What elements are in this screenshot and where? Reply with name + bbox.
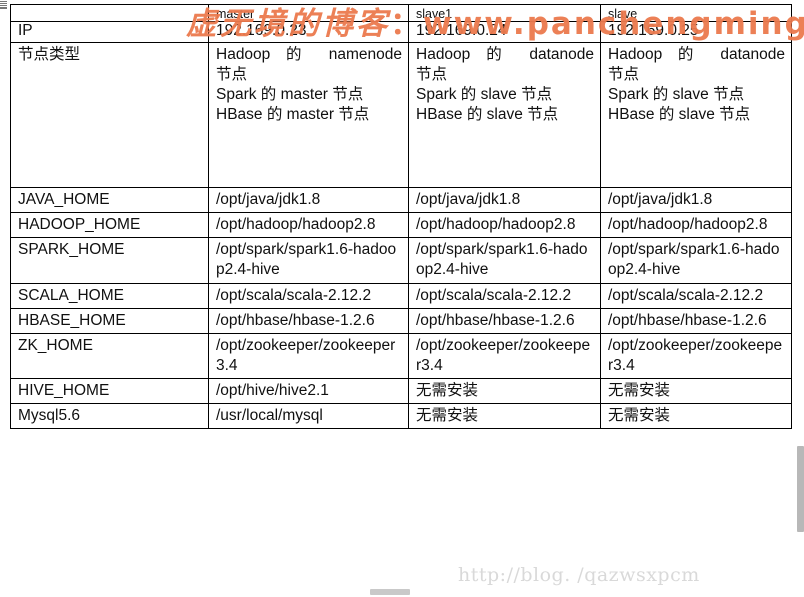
header-cell-master: master bbox=[208, 4, 409, 22]
watermark-bottom: http://blog. /qazwsxpcm bbox=[458, 564, 700, 586]
zk-home-slave: /opt/zookeeper/zookeeper3.4 bbox=[600, 332, 792, 380]
row-label-spark-home: SPARK_HOME bbox=[10, 237, 209, 284]
hbase-home-master: /opt/hbase/hbase-1.2.6 bbox=[208, 307, 409, 334]
spark-home-slave1: /opt/spark/spark1.6-hadoop2.4-hive bbox=[408, 237, 601, 284]
hive-home-slave1: 无需安装 bbox=[408, 378, 601, 405]
mysql-slave1: 无需安装 bbox=[408, 403, 601, 430]
hive-home-master: /opt/hive/hive2.1 bbox=[208, 378, 409, 405]
node-type-slave-line-2: 节点 bbox=[608, 66, 640, 84]
vertical-scrollbar-thumb[interactable] bbox=[797, 446, 804, 532]
table-row-hbase-home: HBASE_HOME /opt/hbase/hbase-1.2.6 /opt/h… bbox=[10, 307, 792, 334]
spark-home-master: /opt/spark/spark1.6-hadoop2.4-hive bbox=[208, 237, 409, 284]
node-type-slave1: Hadoop 的 datanode 节点 Spark 的 slave 节点 HB… bbox=[408, 42, 601, 188]
table-row-ip: IP 192.169.0.23 192.169.0.24 192.169.0.2… bbox=[10, 21, 792, 43]
header-cell-slave: slave bbox=[600, 4, 792, 22]
mysql-master: /usr/local/mysql bbox=[208, 403, 409, 430]
table-row-hadoop-home: HADOOP_HOME /opt/hadoop/hadoop2.8 /opt/h… bbox=[10, 212, 792, 239]
cluster-config-table: master slave1 slave IP 192.169.0.23 192.… bbox=[10, 4, 792, 430]
hbase-home-slave: /opt/hbase/hbase-1.2.6 bbox=[600, 307, 792, 334]
ip-slave: 192.169.0.25 bbox=[600, 21, 792, 43]
table-row-mysql: Mysql5.6 /usr/local/mysql 无需安装 无需安装 bbox=[10, 403, 792, 430]
zk-home-slave1: /opt/zookeeper/zookeeper3.4 bbox=[408, 332, 601, 380]
node-type-slave-line-4: HBase 的 slave 节点 bbox=[608, 106, 751, 124]
ip-master: 192.169.0.23 bbox=[208, 21, 409, 43]
header-cell-slave1: slave1 bbox=[408, 4, 601, 22]
row-label-scala-home: SCALA_HOME bbox=[10, 282, 209, 309]
node-type-slave-line-3: Spark 的 slave 节点 bbox=[608, 86, 745, 104]
node-type-master-line-3: Spark 的 master 节点 bbox=[216, 86, 364, 104]
corner-artifact bbox=[0, 1, 7, 9]
java-home-master: /opt/java/jdk1.8 bbox=[208, 186, 409, 214]
table-row-header: master slave1 slave bbox=[10, 4, 792, 22]
node-type-slave1-line-2: 节点 bbox=[416, 66, 448, 84]
ip-slave1: 192.169.0.24 bbox=[408, 21, 601, 43]
node-type-master-line-4: HBase 的 master 节点 bbox=[216, 106, 370, 124]
row-label-node-type: 节点类型 bbox=[10, 42, 209, 188]
document-page: master slave1 slave IP 192.169.0.23 192.… bbox=[0, 0, 804, 597]
table-row-java-home: JAVA_HOME /opt/java/jdk1.8 /opt/java/jdk… bbox=[10, 186, 792, 214]
node-type-slave1-line-4: HBase 的 slave 节点 bbox=[416, 106, 559, 124]
row-label-mysql: Mysql5.6 bbox=[10, 403, 209, 430]
spark-home-slave: /opt/spark/spark1.6-hadoop2.4-hive bbox=[600, 237, 792, 284]
hadoop-home-slave1: /opt/hadoop/hadoop2.8 bbox=[408, 212, 601, 239]
java-home-slave: /opt/java/jdk1.8 bbox=[600, 186, 792, 214]
table-row-hive-home: HIVE_HOME /opt/hive/hive2.1 无需安装 无需安装 bbox=[10, 378, 792, 405]
scala-home-slave1: /opt/scala/scala-2.12.2 bbox=[408, 282, 601, 309]
mysql-slave: 无需安装 bbox=[600, 403, 792, 430]
horizontal-scrollbar-thumb[interactable] bbox=[370, 589, 410, 595]
scala-home-master: /opt/scala/scala-2.12.2 bbox=[208, 282, 409, 309]
node-type-slave: Hadoop 的 datanode 节点 Spark 的 slave 节点 HB… bbox=[600, 42, 792, 188]
row-label-zk-home: ZK_HOME bbox=[10, 332, 209, 380]
scala-home-slave: /opt/scala/scala-2.12.2 bbox=[600, 282, 792, 309]
table-row-scala-home: SCALA_HOME /opt/scala/scala-2.12.2 /opt/… bbox=[10, 282, 792, 309]
table-row-spark-home: SPARK_HOME /opt/spark/spark1.6-hadoop2.4… bbox=[10, 237, 792, 284]
node-type-master-line-1: Hadoop 的 namenode bbox=[216, 46, 402, 63]
cluster-config-table-container: master slave1 slave IP 192.169.0.23 192.… bbox=[10, 4, 792, 430]
zk-home-master: /opt/zookeeper/zookeeper3.4 bbox=[208, 332, 409, 380]
row-label-hbase-home: HBASE_HOME bbox=[10, 307, 209, 334]
node-type-master-line-2: 节点 bbox=[216, 66, 248, 84]
hbase-home-slave1: /opt/hbase/hbase-1.2.6 bbox=[408, 307, 601, 334]
node-type-slave1-line-1: Hadoop 的 datanode bbox=[416, 46, 594, 63]
node-type-master: Hadoop 的 namenode 节点 Spark 的 master 节点 H… bbox=[208, 42, 409, 188]
table-row-node-type: 节点类型 Hadoop 的 namenode 节点 Spark 的 master… bbox=[10, 42, 792, 188]
row-label-hive-home: HIVE_HOME bbox=[10, 378, 209, 405]
row-label-java-home: JAVA_HOME bbox=[10, 186, 209, 214]
header-cell-blank bbox=[10, 4, 209, 22]
hadoop-home-slave: /opt/hadoop/hadoop2.8 bbox=[600, 212, 792, 239]
table-row-zk-home: ZK_HOME /opt/zookeeper/zookeeper3.4 /opt… bbox=[10, 332, 792, 380]
java-home-slave1: /opt/java/jdk1.8 bbox=[408, 186, 601, 214]
node-type-slave-line-1: Hadoop 的 datanode bbox=[608, 46, 785, 63]
row-label-hadoop-home: HADOOP_HOME bbox=[10, 212, 209, 239]
hive-home-slave: 无需安装 bbox=[600, 378, 792, 405]
node-type-slave1-line-3: Spark 的 slave 节点 bbox=[416, 86, 553, 104]
row-label-ip: IP bbox=[10, 21, 209, 43]
hadoop-home-master: /opt/hadoop/hadoop2.8 bbox=[208, 212, 409, 239]
